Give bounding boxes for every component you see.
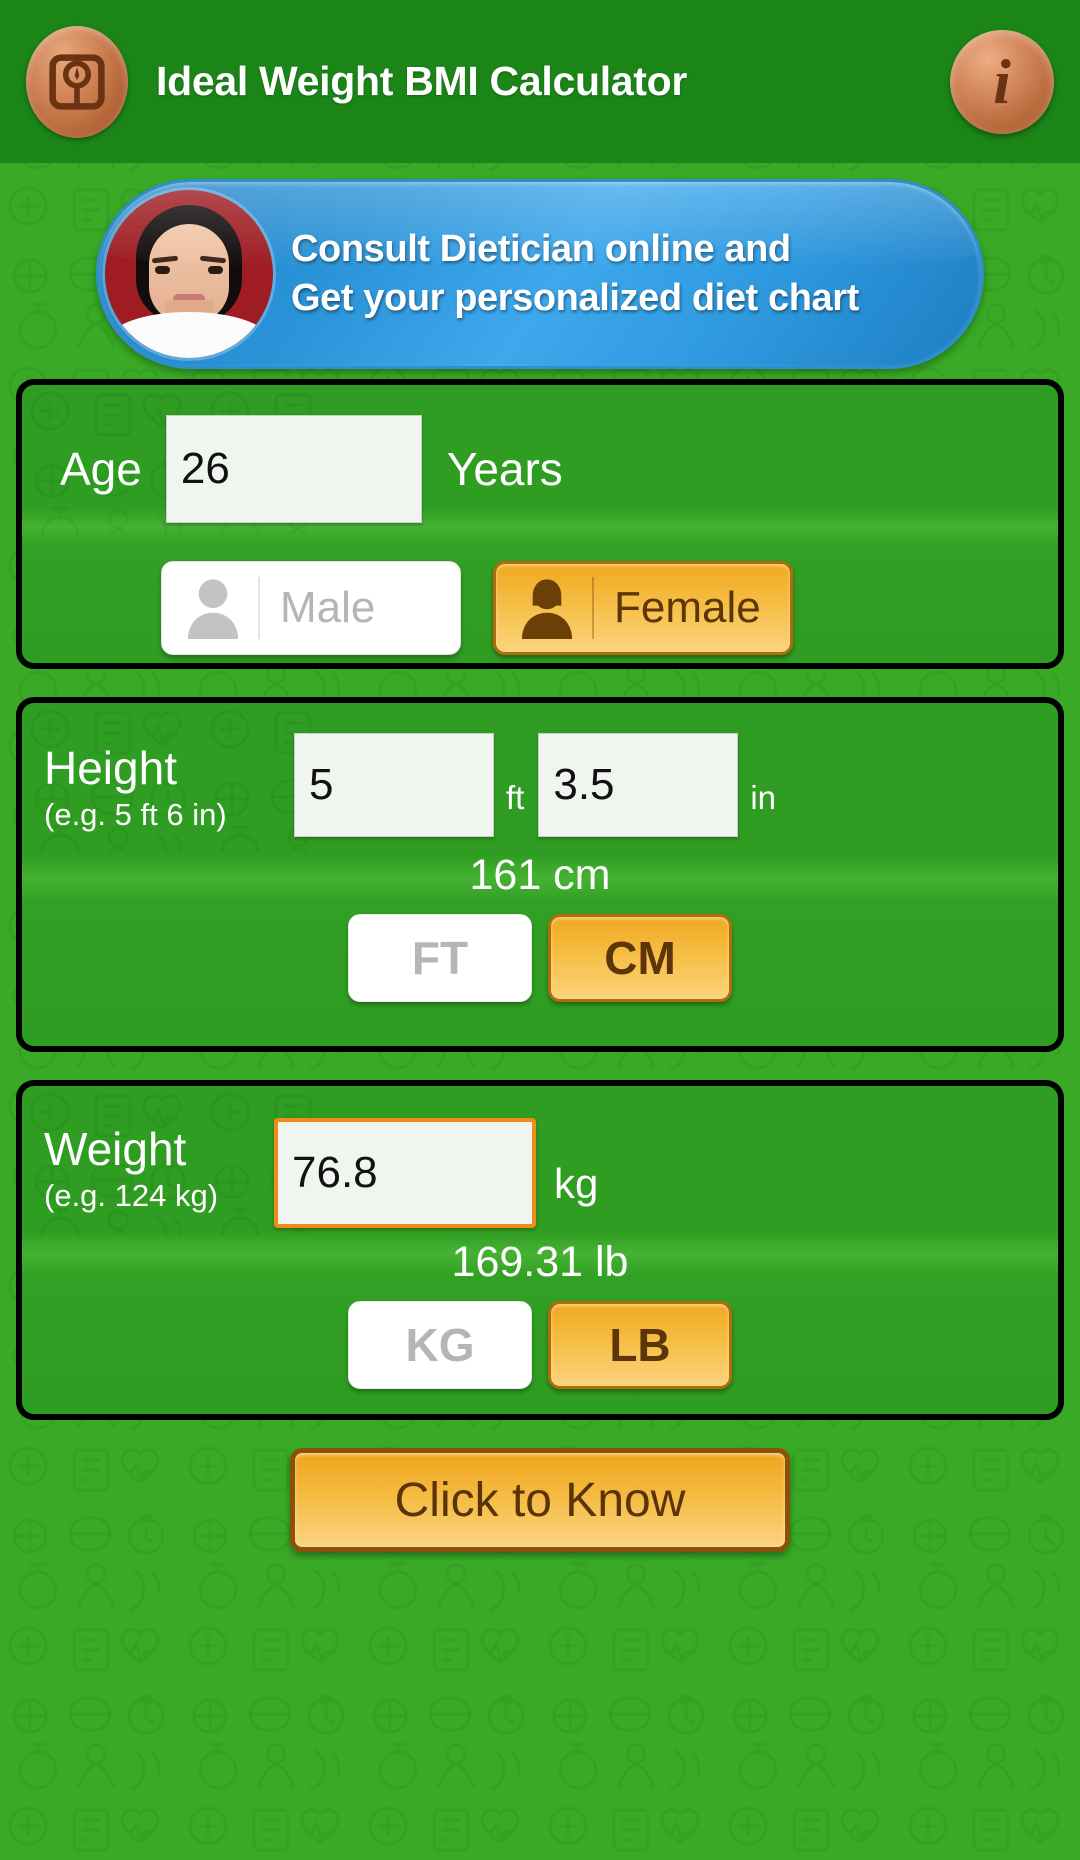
weight-unit-lb[interactable]: LB (548, 1301, 732, 1389)
weight-row: Weight (e.g. 124 kg) kg (22, 1086, 1058, 1228)
height-unit-ft[interactable]: FT (348, 914, 532, 1002)
height-card: Height (e.g. 5 ft 6 in) ft in 161 cm FT … (16, 697, 1064, 1052)
option-divider (592, 577, 594, 639)
gender-option-female[interactable]: Female (493, 561, 793, 655)
height-feet-input[interactable] (294, 733, 494, 837)
click-to-know-button[interactable]: Click to Know (290, 1448, 790, 1552)
height-unit-selector: FT CM (22, 914, 1058, 1002)
gender-selector: Male Female (22, 553, 1058, 663)
weight-input[interactable] (274, 1118, 536, 1228)
gender-option-male[interactable]: Male (161, 561, 461, 655)
weight-unit-kg[interactable]: KG (348, 1301, 532, 1389)
weight-converted-value: 169.31 lb (451, 1238, 629, 1286)
person-icon (521, 579, 573, 639)
height-label-group: Height (e.g. 5 ft 6 in) (44, 733, 294, 833)
promo-banner-text: Consult Dietician online and Get your pe… (291, 225, 859, 322)
option-divider (258, 577, 260, 639)
height-inches-input[interactable] (538, 733, 739, 837)
height-label: Height (44, 742, 177, 794)
promo-line-2: Get your personalized diet chart (291, 277, 859, 319)
age-label: Age (60, 443, 142, 495)
dietician-portrait (105, 190, 273, 358)
gender-option-female-label: Female (614, 583, 761, 632)
height-converted-value: 161 cm (469, 851, 611, 899)
height-row: Height (e.g. 5 ft 6 in) ft in (22, 703, 1058, 837)
weight-unit-label: kg (554, 1160, 599, 1207)
gender-option-male-label: Male (280, 583, 376, 632)
weight-card: Weight (e.g. 124 kg) kg 169.31 lb KG LB (16, 1080, 1064, 1420)
info-glyph: i (993, 45, 1011, 117)
age-card: Age Years Male (16, 379, 1064, 669)
page-title: Ideal Weight BMI Calculator (156, 58, 688, 104)
app-header: Ideal Weight BMI Calculator i (0, 0, 1080, 163)
promo-banner-dietician[interactable]: Consult Dietician online and Get your pe… (96, 179, 984, 369)
height-unit-cm[interactable]: CM (548, 914, 732, 1002)
submit-row: Click to Know (16, 1448, 1064, 1552)
age-unit-label: Years (446, 443, 563, 495)
weight-label-group: Weight (e.g. 124 kg) (44, 1118, 270, 1214)
weight-unit-selector: KG LB (22, 1301, 1058, 1389)
height-inches-unit: in (750, 779, 777, 816)
age-row: Age Years (22, 385, 1058, 553)
person-icon (187, 579, 239, 639)
weight-hint: (e.g. 124 kg) (44, 1178, 219, 1213)
weight-label: Weight (44, 1123, 187, 1175)
age-input[interactable] (165, 415, 422, 523)
main-content: Consult Dietician online and Get your pe… (0, 179, 1080, 1552)
promo-line-1: Consult Dietician online and (291, 228, 791, 271)
info-icon[interactable]: i (950, 29, 1054, 134)
height-hint: (e.g. 5 ft 6 in) (44, 797, 227, 832)
weighing-scale-icon (26, 25, 128, 138)
height-feet-unit: ft (506, 779, 525, 816)
